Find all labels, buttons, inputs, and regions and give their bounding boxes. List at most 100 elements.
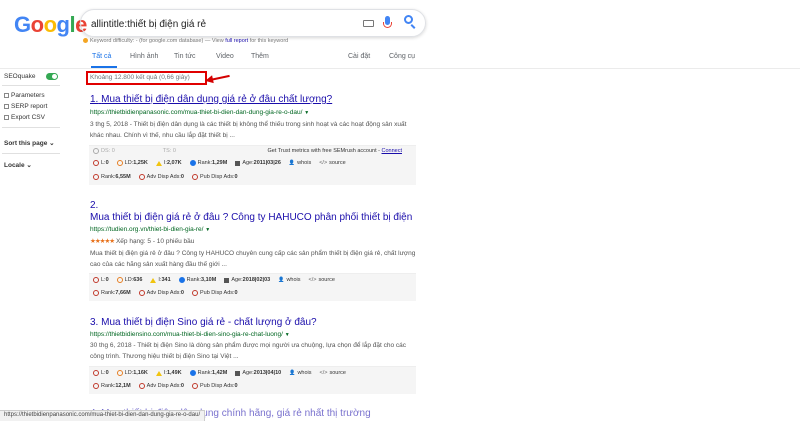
metric[interactable]: 👤 whois bbox=[289, 160, 311, 166]
triangle-icon bbox=[150, 277, 157, 283]
circle-icon bbox=[191, 290, 198, 296]
chevron-down-icon: ⌄ bbox=[26, 162, 32, 169]
metric: L: 0 bbox=[93, 160, 109, 166]
seoquake-metrics-panel: L: 0 LD: 636 I: 341 Rank: 3,10M Age: 2018|02… bbox=[89, 273, 416, 301]
metric: L: 0 bbox=[93, 277, 109, 283]
search-icon[interactable] bbox=[404, 15, 413, 24]
dropdown-arrow-icon[interactable]: ▼ bbox=[205, 227, 210, 233]
metric[interactable]: </> source bbox=[309, 277, 335, 283]
result-url[interactable]: https://thietbidiensino.com/mua-thiet-bi… bbox=[90, 331, 290, 338]
result-number: 3. bbox=[90, 317, 99, 328]
sidebar-item-label: Export CSV bbox=[11, 114, 45, 121]
sidebar-item-parameters[interactable]: Parameters bbox=[4, 92, 45, 99]
search-input[interactable] bbox=[91, 15, 351, 33]
result-title[interactable]: 1. Mua thiết bị điện dân dụng giá rẻ ở đ… bbox=[90, 94, 332, 105]
metric[interactable]: 👤 whois bbox=[278, 277, 300, 283]
circle-icon bbox=[138, 383, 145, 389]
sidebar-divider bbox=[2, 85, 60, 86]
metric-label: Adv Disp Ads: bbox=[146, 174, 181, 180]
tab-tools[interactable]: Công cụ bbox=[389, 53, 415, 60]
connect-link[interactable]: Connect bbox=[382, 148, 403, 154]
metrics-row-2: Rank: 7,66M Adv Disp Ads: 0 Pub Disp Ads: … bbox=[93, 290, 246, 296]
report-icon bbox=[4, 104, 9, 109]
kd-mid: - (for google.com database) — View bbox=[134, 38, 226, 44]
metric-label: Rank: bbox=[101, 383, 116, 389]
dropdown-arrow-icon[interactable]: ▼ bbox=[304, 110, 309, 116]
metric: LD: 1,25K bbox=[116, 160, 148, 166]
metric-label: Rank: bbox=[101, 174, 116, 180]
google-logo[interactable]: Google bbox=[14, 12, 87, 38]
metric-value: 1,49K bbox=[166, 370, 182, 376]
metric-value: 0 bbox=[105, 277, 109, 283]
result-title[interactable]: Mua thiết bị điện giá rẻ ở đâu ? Công ty… bbox=[90, 212, 412, 223]
calendar-icon bbox=[235, 370, 241, 376]
circle-icon bbox=[178, 277, 185, 283]
keyboard-icon[interactable] bbox=[363, 20, 374, 27]
search-box[interactable] bbox=[80, 9, 426, 37]
circle-icon bbox=[138, 174, 145, 180]
metric-value: 0 bbox=[180, 383, 184, 389]
metric[interactable]: 👤 whois bbox=[289, 370, 311, 376]
metric-label: LD: bbox=[124, 370, 134, 376]
code-icon: </> bbox=[319, 370, 328, 376]
tab-video[interactable]: Video bbox=[216, 53, 234, 60]
circle-icon bbox=[116, 160, 123, 166]
status-bar-url: https://thietbidienpanasonic.com/mua-thi… bbox=[0, 410, 206, 421]
seoquake-metrics-panel: L: 0 LD: 1,16K I: 1,49K Rank: 1,42M Age: 201… bbox=[89, 366, 416, 394]
triangle-icon bbox=[155, 370, 162, 376]
metric-label: Age: bbox=[231, 277, 243, 283]
sort-label: Sort this page bbox=[4, 140, 48, 147]
metric-value: 2011|03|26 bbox=[253, 160, 281, 166]
metric[interactable]: </> source bbox=[320, 370, 346, 376]
result-url[interactable]: https://thietbidienpanasonic.com/mua-thi… bbox=[90, 109, 309, 116]
metric-value: 2,07K bbox=[166, 160, 182, 166]
metric: LD: 1,16K bbox=[116, 370, 148, 376]
ds-ts-row: DS: 0 TS: 0 bbox=[93, 148, 184, 154]
keyword-difficulty-line: Keyword difficulty: - (for google.com da… bbox=[83, 38, 288, 44]
result-title[interactable]: 3. Mua thiết bị điện Sino giá rẻ - chất … bbox=[90, 317, 317, 328]
full-report-link[interactable]: full report bbox=[225, 38, 248, 44]
metric-value: 7,66M bbox=[115, 290, 131, 296]
metric-ts: TS: 0 bbox=[163, 148, 176, 154]
result-url[interactable]: https://tudien.org.vn/thiet-bi-dien-gia-… bbox=[90, 226, 210, 233]
metrics-row-1: L: 0 LD: 1,16K I: 1,49K Rank: 1,42M Age: 201… bbox=[93, 370, 354, 376]
tab-settings[interactable]: Cài đặt bbox=[348, 53, 370, 60]
tab-images[interactable]: Hình ảnh bbox=[130, 53, 158, 60]
circle-icon bbox=[116, 277, 123, 283]
sort-this-page[interactable]: Sort this page ⌄ bbox=[4, 139, 55, 147]
metric[interactable]: </> source bbox=[319, 160, 345, 166]
logo-letter: g bbox=[56, 12, 70, 37]
seoquake-metrics-panel: DS: 0 TS: 0 Get Trust metrics with free … bbox=[89, 145, 416, 185]
metric: Rank: 1,42M bbox=[189, 370, 227, 376]
circle-icon bbox=[93, 370, 99, 376]
metric: Age: 2018|02|03 bbox=[224, 277, 270, 283]
sidebar-item-serp-report[interactable]: SERP report bbox=[4, 103, 47, 110]
sidebar-item-export-csv[interactable]: Export CSV bbox=[4, 114, 45, 121]
metric-value: DS: 0 bbox=[101, 148, 115, 154]
metric: Adv Disp Ads: 0 bbox=[138, 383, 184, 389]
star-rating-icon: ★★★★★ bbox=[90, 238, 115, 245]
metric-label: Rank: bbox=[101, 290, 116, 296]
result-number: 1. bbox=[90, 94, 99, 105]
seoquake-toggle[interactable] bbox=[46, 73, 58, 80]
trust-metrics-note: Get Trust metrics with free SEMrush acco… bbox=[267, 148, 402, 154]
locale-menu[interactable]: Locale ⌄ bbox=[4, 161, 32, 169]
metric-value: 0 bbox=[180, 174, 184, 180]
metric-value: 6,55M bbox=[115, 174, 131, 180]
tab-all[interactable]: Tất cả bbox=[92, 53, 111, 60]
triangle-icon bbox=[155, 160, 162, 166]
metric-label: Adv Disp Ads: bbox=[146, 383, 181, 389]
metric-label: Age: bbox=[242, 370, 254, 376]
tab-news[interactable]: Tin tức bbox=[174, 53, 196, 60]
tab-more[interactable]: Thêm bbox=[251, 53, 269, 60]
calendar-icon bbox=[235, 160, 241, 166]
metric-value: 636 bbox=[133, 277, 143, 283]
circle-icon bbox=[93, 160, 99, 166]
metric: Rank: 7,66M bbox=[93, 290, 131, 296]
metric-value: 0 bbox=[234, 290, 238, 296]
result-title-text: Mua thiết bị điện Sino giá rẻ - chất lượ… bbox=[101, 317, 317, 328]
metric: Pub Disp Ads: 0 bbox=[191, 174, 238, 180]
dropdown-arrow-icon[interactable]: ▼ bbox=[285, 332, 290, 338]
result-title[interactable]: 2. bbox=[90, 200, 98, 211]
metric-value: 0 bbox=[234, 174, 238, 180]
